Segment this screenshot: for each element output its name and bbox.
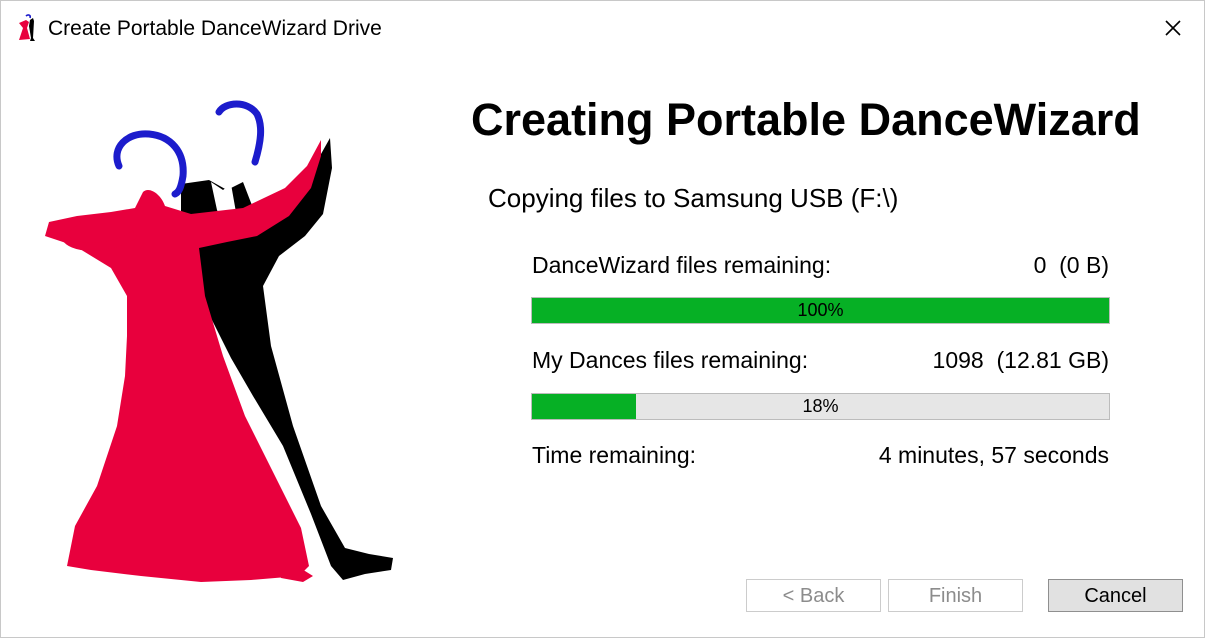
finish-button[interactable]: Finish [888,579,1023,612]
time-remaining-value: 4 minutes, 57 seconds [878,442,1109,468]
my-dances-progress-bar: 18% [531,393,1110,420]
dancewizard-files-label: DanceWizard files remaining: [532,252,832,278]
progress-percent: 18% [802,396,839,416]
dialog-window: Create Portable DanceWizard Drive Creati… [0,0,1205,638]
my-dances-files-value: 1098 (12.81 GB) [932,347,1109,373]
dancers-illustration [45,100,393,582]
my-dances-files-row: My Dances files remaining: 1098 (12.81 G… [532,345,1109,375]
time-remaining-row: Time remaining: 4 minutes, 57 seconds [532,440,1109,470]
cancel-button[interactable]: Cancel [1048,579,1183,612]
page-heading: Creating Portable DanceWizard [471,94,1141,145]
back-button[interactable]: < Back [746,579,881,612]
time-remaining-label: Time remaining: [532,442,697,468]
dancers-app-icon [17,14,39,42]
dancewizard-files-row: DanceWizard files remaining: 0 (0 B) [532,250,1109,280]
man-hair [215,100,265,166]
dancewizard-files-value: 0 (0 B) [1033,252,1109,278]
my-dances-files-label: My Dances files remaining: [532,347,809,373]
close-button[interactable] [1141,1,1204,55]
window-title: Create Portable DanceWizard Drive [48,17,382,40]
progress-percent: 100% [797,300,844,320]
lady-hair [113,130,187,198]
close-icon [1164,20,1181,36]
dancewizard-progress-bar: 100% [531,297,1110,324]
title-bar: Create Portable DanceWizard Drive [1,1,1204,55]
copy-status-text: Copying files to Samsung USB (F:\) [488,183,899,213]
